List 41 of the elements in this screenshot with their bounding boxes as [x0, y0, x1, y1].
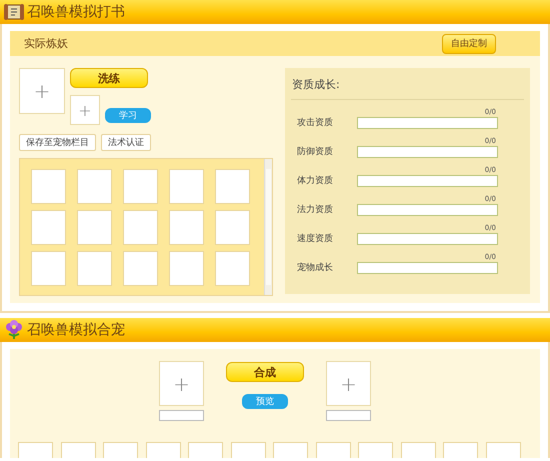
learn-button[interactable]: 学习 [105, 108, 151, 123]
pet-slot[interactable] [77, 169, 112, 204]
stat-label: 法力资质 [297, 204, 334, 216]
pet-slot[interactable] [31, 210, 66, 245]
verify-button[interactable]: 法术认证 [101, 134, 151, 151]
pet-slot[interactable] [215, 210, 250, 245]
pet-slot[interactable] [77, 210, 112, 245]
pet-slot[interactable] [77, 251, 112, 286]
scrollbar[interactable] [264, 159, 272, 295]
pet-slot[interactable] [31, 251, 66, 286]
pet-slot[interactable] [169, 251, 204, 286]
section-title: 召唤兽模拟打书 [27, 3, 125, 21]
pet-slot[interactable] [31, 169, 66, 204]
name-field[interactable] [326, 410, 371, 421]
name-field[interactable] [159, 410, 204, 421]
pet-slot[interactable] [123, 251, 158, 286]
merge-button[interactable]: 合成 [226, 362, 304, 382]
pet-slot[interactable] [123, 210, 158, 245]
add-slot[interactable]: + [326, 361, 371, 406]
stat-label: 速度资质 [297, 232, 334, 245]
scroll-icon [3, 2, 25, 22]
add-slot[interactable]: + [159, 361, 204, 406]
save-button[interactable]: 保存至宠物栏目 [19, 134, 96, 151]
stat-label: 攻击资质 [297, 116, 334, 129]
stat-label: 体力资质 [297, 174, 334, 187]
growth-title: 资质成长: [291, 68, 524, 100]
subheader-title: 实际炼妖 [24, 36, 68, 51]
pet-slot[interactable] [215, 251, 250, 286]
flower-icon [3, 320, 25, 340]
stat-label: 防御资质 [297, 146, 334, 158]
custom-button[interactable]: 自由定制 [442, 34, 496, 54]
pet-slot[interactable] [169, 210, 204, 245]
add-slot[interactable]: + [70, 95, 100, 125]
add-slot[interactable]: + [19, 68, 65, 114]
pet-slot[interactable] [215, 169, 250, 204]
preview-button[interactable]: 预览 [242, 394, 288, 409]
section-title: 召唤兽模拟合宠 [27, 321, 125, 339]
pet-slot[interactable] [169, 169, 204, 204]
stat-label: 宠物成长 [297, 262, 334, 274]
pet-slot[interactable] [123, 169, 158, 204]
wash-button[interactable]: 洗练 [70, 68, 148, 88]
